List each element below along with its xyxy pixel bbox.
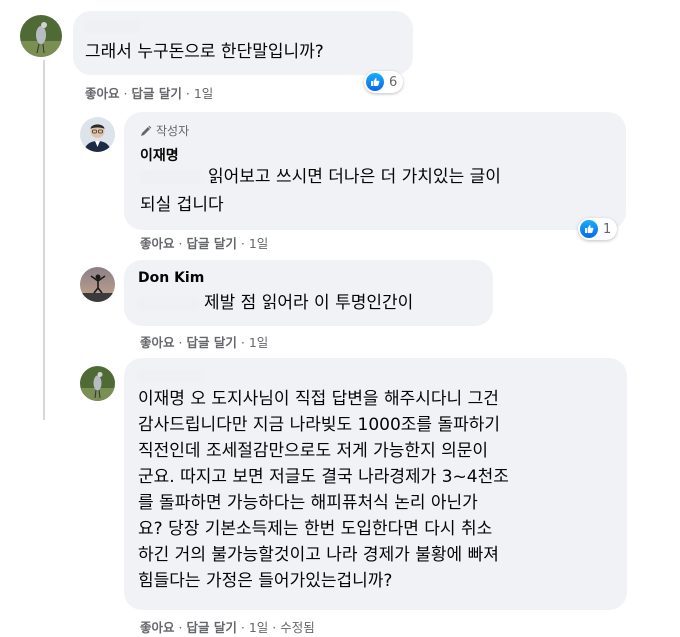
redacted-name [138,370,203,382]
like-button[interactable]: 좋아요 [140,335,175,350]
timestamp[interactable]: 1일 [194,86,213,101]
timestamp[interactable]: 1일 [249,335,268,350]
edited-label[interactable]: 수정됨 [280,620,315,635]
comment-bubble: Don Kim 제발 점 읽어라 이 투명인간이 [124,260,493,326]
like-button[interactable]: 좋아요 [140,236,175,251]
comment-text: 그래서 누구돈으로 한단말입니까? [85,42,324,62]
timestamp[interactable]: 1일 [249,236,268,251]
comment-text: 힘들다는 가정은 들어가있는겁니까? [138,571,393,591]
avatar[interactable] [20,15,62,57]
comment-text: 되실 겁니다 [140,195,224,215]
comment-text: 직전인데 조세절감만으로도 저게 가능한지 의문이 [138,441,489,461]
avatar[interactable] [80,366,115,401]
comment-actions: 좋아요 · 답글 달기 · 1일 · 수정됨 [140,620,315,635]
comment-text: 를 돌파하면 가능하다는 해피퓨처식 논리 아닌가 [138,493,478,513]
comment-actions: 좋아요 · 답글 달기 · 1일 [85,86,214,101]
comment-actions: 좋아요 · 답글 달기 · 1일 [140,335,269,350]
comment-text: 제발 점 읽어라 이 투명인간이 [204,293,414,313]
reply-button[interactable]: 답글 달기 [187,335,237,350]
pencil-icon [141,125,152,136]
comment-text: 감사드립니다만 지금 나라빚도 1000조를 돌파하기 [138,415,501,435]
author-badge-label: 작성자 [156,124,190,138]
comment-text: 요? 당장 기본소득제는 한번 도입한다면 다시 취소 [138,519,493,539]
thread-line [43,60,45,420]
comment-text: 하긴 거의 불가능할것이고 나라 경제가 불황에 빠져 [138,545,499,565]
like-icon [366,73,384,91]
reply-button[interactable]: 답글 달기 [132,86,182,101]
avatar[interactable] [80,267,115,302]
like-button[interactable]: 좋아요 [140,620,175,635]
reaction-number: 1 [603,221,612,237]
author-name[interactable]: Don Kim [138,270,204,286]
reaction-number: 6 [389,74,398,90]
comment-text: 이재명 오 도지사님이 직접 답변을 해주시다니 그건 [138,389,499,409]
timestamp[interactable]: 1일 [249,620,268,635]
like-button[interactable]: 좋아요 [85,86,120,101]
comment-bubble: 그래서 누구돈으로 한단말입니까? [73,11,413,75]
reply-button[interactable]: 답글 달기 [187,236,237,251]
reaction-count[interactable]: 1 [578,218,618,240]
redacted-name [85,21,140,33]
like-icon [580,220,598,238]
comment-actions: 좋아요 · 답글 달기 · 1일 [140,236,269,251]
comment-bubble: 작성자 이재명 읽어보고 쓰시면 더나은 더 가치있는 글이 되실 겁니다 [124,112,626,230]
comment-text: 군요. 따지고 보면 저글도 결국 나라경제가 3~4천조 [138,467,509,487]
comment-bubble: 이재명 오 도지사님이 직접 답변을 해주시다니 그건 감사드립니다만 지금 나… [124,358,627,610]
redacted-name [138,297,198,310]
comment-text: 읽어보고 쓰시면 더나은 더 가치있는 글이 [208,167,501,187]
avatar[interactable] [80,117,115,152]
author-name[interactable]: 이재명 [140,145,179,165]
reply-button[interactable]: 답글 달기 [187,620,237,635]
author-badge: 작성자 [140,122,189,139]
redacted-name [140,171,202,184]
reaction-count[interactable]: 6 [364,71,404,93]
